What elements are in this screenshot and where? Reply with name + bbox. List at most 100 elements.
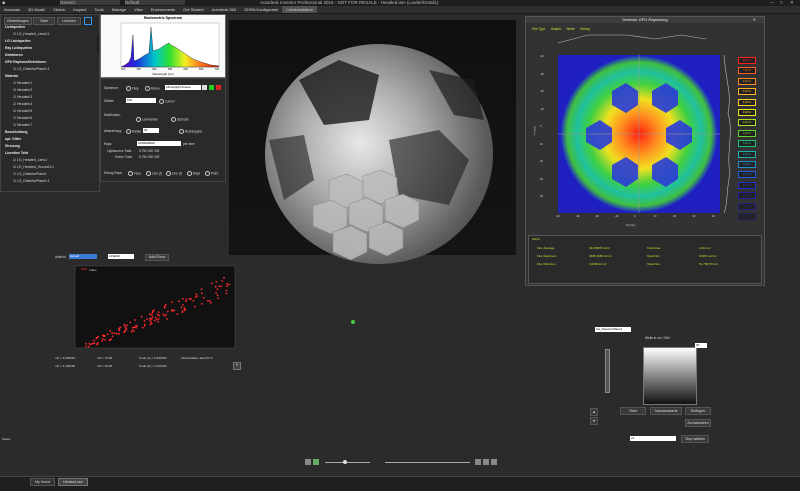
tab-my-home[interactable]: My Home: [30, 478, 56, 486]
spectrum-option-above[interactable]: Above: [145, 86, 160, 91]
xtick: 20: [673, 215, 676, 218]
value-input[interactable]: 20: [695, 343, 707, 348]
play-icon[interactable]: [305, 459, 311, 465]
scatter-point: [157, 318, 160, 320]
menu-item[interactable]: Autodesk 360: [208, 6, 240, 13]
vertical-slider[interactable]: [605, 349, 610, 393]
debug-line2[interactable]: Line (f): [166, 171, 182, 176]
tree-item[interactable]: GPU Raytrace/Detektoren: [5, 60, 46, 65]
tree-item[interactable]: LG Lichtquellen: [5, 39, 31, 44]
tree-item[interactable]: opt. Gitter: [5, 137, 21, 142]
menu-item[interactable]: Inspect: [69, 6, 90, 13]
remove-icon[interactable]: [216, 85, 221, 90]
tree-item[interactable]: Ray Lichtquellen: [5, 46, 32, 51]
scatter-stat: m0 = 79,98: [97, 356, 113, 360]
delete-button[interactable]: Löschen: [57, 17, 81, 25]
defaults-button[interactable]: Standardwerte: [650, 407, 682, 415]
tree-item[interactable]: Material: [5, 74, 18, 79]
menu-item[interactable]: Annotate: [0, 6, 24, 13]
mode-select[interactable]: LINEAR: [108, 254, 134, 259]
radiation-label: Abstrahlung:: [104, 129, 122, 133]
tree-item[interactable]: Licentinc Teile: [5, 151, 28, 156]
tree-item[interactable]: ☑ LG_DetectorPlane1: [13, 172, 47, 177]
tab-hexaled[interactable]: Hexaled.iam: [58, 478, 88, 486]
detector-name-field[interactable]: LG_DetectorPlane1: [595, 327, 631, 332]
menu-item[interactable]: Sketch: [49, 6, 69, 13]
tree-item[interactable]: ☑ LG_DetectorPlane1:1: [13, 179, 50, 184]
reset-button[interactable]: Zurücksetzen: [685, 419, 711, 427]
tree-item[interactable]: Lichtquellen: [5, 25, 25, 30]
menu-item[interactable]: 3D Model: [24, 6, 49, 13]
radiation-rect[interactable]: Rectangular: [179, 129, 202, 134]
timeline-slider[interactable]: [325, 462, 370, 463]
menu-item[interactable]: OHRA Konfigurator: [240, 6, 282, 13]
tree-item[interactable]: ☑ LG_DetectorPlane1:1: [13, 67, 50, 72]
debug-point[interactable]: Point: [205, 171, 218, 176]
debug-line1[interactable]: Line (f): [146, 171, 162, 176]
spectrum-label: Spectrum:: [104, 86, 119, 90]
spectrum-select[interactable]: LB daylight fluores: [165, 85, 201, 90]
menu-item[interactable]: Lichtsimulation: [282, 6, 317, 13]
strength-unit-option[interactable]: Lumen: [159, 99, 175, 104]
tab-debug[interactable]: Debug: [580, 27, 589, 31]
spectrum-option-fixly[interactable]: Fixly: [126, 86, 138, 91]
menu-item[interactable]: Environments: [147, 6, 179, 13]
tree-item[interactable]: ☑ LG_Hexaled_Sourcel1:1: [13, 165, 54, 170]
tree-item[interactable]: ☑ Hexaled:6: [13, 116, 32, 121]
tree-item[interactable]: ☑ Hexaled:7: [13, 123, 32, 128]
scatter-point: [171, 309, 173, 311]
tree-item[interactable]: Streuung: [5, 144, 20, 149]
start-button[interactable]: Start: [33, 17, 55, 25]
stop-icon[interactable]: [483, 459, 489, 465]
style-selector[interactable]: Generic: [60, 0, 120, 5]
timeline-handle[interactable]: [343, 460, 347, 464]
down-icon[interactable]: ▼: [590, 417, 598, 425]
strength-input[interactable]: 100: [126, 98, 156, 103]
skip-icon[interactable]: [475, 459, 481, 465]
settings-button[interactable]: Einstellungen: [4, 17, 32, 25]
speed-slider[interactable]: [385, 462, 470, 463]
dist-lambertian[interactable]: Lambertian: [136, 117, 158, 122]
radio-icon: [146, 171, 151, 176]
add-icon[interactable]: [209, 85, 214, 90]
up-icon[interactable]: ▲: [590, 408, 598, 416]
chevron-down-icon[interactable]: ▼: [233, 362, 241, 370]
debug-face[interactable]: Face: [128, 171, 141, 176]
radiation-radial[interactable]: Radial: [126, 129, 141, 134]
refresh-icon[interactable]: [84, 17, 92, 25]
radio-icon: [128, 171, 133, 176]
view-selector[interactable]: Default: [125, 0, 185, 5]
tree-item[interactable]: ☑ Hexaled:5: [13, 109, 32, 114]
radiation-input[interactable]: 30: [143, 128, 159, 133]
scatter-point: [214, 285, 217, 288]
view-select[interactable]: default: [69, 254, 97, 259]
tree-item[interactable]: Detektoren: [5, 53, 23, 58]
menu-item[interactable]: Get Started: [179, 6, 207, 13]
loop-icon[interactable]: [491, 459, 497, 465]
tree-item[interactable]: ☑ Hexaled:1: [13, 81, 32, 86]
insert-button[interactable]: Einfügen: [685, 407, 711, 415]
tree-item[interactable]: Beschichtung: [5, 130, 27, 135]
tree-item[interactable]: ☑ Hexaled:2: [13, 88, 32, 93]
tree-item[interactable]: ☑ LG_Hexaled_Lens1: [13, 158, 47, 163]
menu-item[interactable]: Manage: [108, 6, 130, 13]
tab-plot-type[interactable]: Plot Type: [532, 27, 545, 31]
selection-dropdown[interactable]: x1: [630, 436, 676, 441]
tab-graphs[interactable]: Graphs: [551, 27, 561, 31]
tree-item[interactable]: ☑ Hexaled:3: [13, 95, 32, 100]
tab-values[interactable]: Werte: [566, 27, 574, 31]
start-button[interactable]: Start: [620, 407, 646, 415]
stop-select-button[interactable]: Stop wählen: [681, 435, 709, 443]
add-show-button[interactable]: Add/Show: [145, 254, 169, 261]
tree-item[interactable]: ☑ LG_Hexaled_Lens2:1: [13, 32, 50, 37]
tree-item[interactable]: ☑ Hexaled:4: [13, 102, 32, 107]
menu-item[interactable]: View: [130, 6, 147, 13]
scatter-stat: Code (a) = 0,932593: [139, 356, 167, 360]
menu-item[interactable]: Tools: [90, 6, 107, 13]
record-icon[interactable]: [313, 459, 319, 465]
dist-isotropic[interactable]: Isotropic: [171, 117, 189, 122]
close-icon[interactable]: ✕: [753, 17, 756, 22]
debug-rays[interactable]: Rays: [187, 171, 200, 176]
pick-icon[interactable]: [202, 85, 207, 90]
rays-input[interactable]: 1000000000: [137, 141, 181, 146]
